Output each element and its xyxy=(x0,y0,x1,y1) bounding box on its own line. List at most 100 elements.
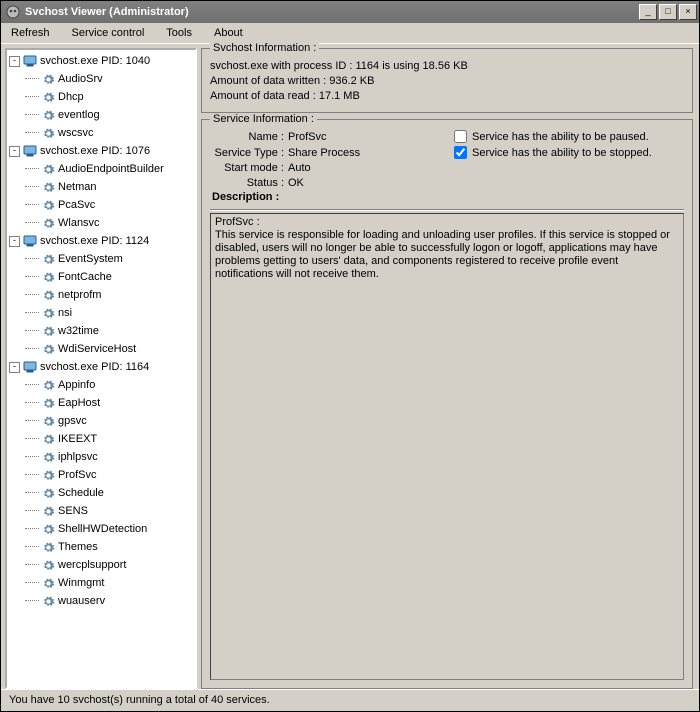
gear-icon xyxy=(41,558,55,572)
tree-connector xyxy=(25,186,39,188)
tree-service[interactable]: EapHost xyxy=(7,394,195,412)
tree-connector xyxy=(25,222,39,224)
gear-icon xyxy=(41,270,55,284)
service-fields: Name : ProfSvc Service has the ability t… xyxy=(210,130,684,189)
tree-group[interactable]: -svchost.exe PID: 1164 xyxy=(7,358,195,376)
gear-icon xyxy=(41,396,55,410)
tree-service[interactable]: Appinfo xyxy=(7,376,195,394)
type-value: Share Process xyxy=(288,147,438,159)
tree-service-label: ShellHWDetection xyxy=(58,523,147,535)
tree-service[interactable]: AudioSrv xyxy=(7,70,195,88)
process-tree[interactable]: - svchost.exe PID: 1040 AudioSrv Dhcp eventl… xyxy=(5,48,197,689)
minimize-button[interactable]: _ xyxy=(639,4,657,20)
tree-connector xyxy=(25,402,39,404)
tree-panel: - svchost.exe PID: 1040 AudioSrv Dhcp eventl… xyxy=(5,48,197,689)
menu-tools[interactable]: Tools xyxy=(162,25,196,41)
maximize-button[interactable]: □ xyxy=(659,4,677,20)
tree-group-label: svchost.exe PID: 1040 xyxy=(40,55,150,67)
gear-icon xyxy=(41,72,55,86)
close-button[interactable]: × xyxy=(679,4,697,20)
tree-service[interactable]: PcaSvc xyxy=(7,196,195,214)
tree-service[interactable]: Schedule xyxy=(7,484,195,502)
description-title: ProfSvc : xyxy=(215,216,679,229)
tree-service-label: PcaSvc xyxy=(58,199,95,211)
details-panel: Svchost Information : svchost.exe with p… xyxy=(201,48,695,689)
tree-service[interactable]: Netman xyxy=(7,178,195,196)
paused-checkbox-row[interactable]: Service has the ability to be paused. xyxy=(454,130,684,143)
tree-connector xyxy=(25,582,39,584)
tree-service[interactable]: gpsvc xyxy=(7,412,195,430)
tree-connector xyxy=(25,276,39,278)
gear-icon xyxy=(41,126,55,140)
tree-service[interactable]: FontCache xyxy=(7,268,195,286)
svchost-info-group: Svchost Information : svchost.exe with p… xyxy=(201,48,693,113)
stopped-checkbox[interactable] xyxy=(454,146,467,159)
tree-connector xyxy=(25,78,39,80)
tree-connector xyxy=(25,330,39,332)
tree-group[interactable]: -svchost.exe PID: 1124 xyxy=(7,232,195,250)
tree-connector xyxy=(25,474,39,476)
start-value: Auto xyxy=(288,162,438,174)
titlebar[interactable]: Svchost Viewer (Administrator) _ □ × xyxy=(1,1,699,23)
tree-service-label: Appinfo xyxy=(58,379,95,391)
monitor-icon xyxy=(23,54,37,68)
tree-service[interactable]: IKEEXT xyxy=(7,430,195,448)
tree-group[interactable]: -svchost.exe PID: 1076 xyxy=(7,142,195,160)
tree-service-label: gpsvc xyxy=(58,415,87,427)
tree-service[interactable]: Themes xyxy=(7,538,195,556)
tree-service[interactable]: Winmgmt xyxy=(7,574,195,592)
tree-service[interactable]: w32time xyxy=(7,322,195,340)
status-label: Status : xyxy=(210,177,288,189)
tree-service[interactable]: EventSystem xyxy=(7,250,195,268)
tree-connector xyxy=(25,294,39,296)
tree-service[interactable]: wercplsupport xyxy=(7,556,195,574)
tree-service-label: FontCache xyxy=(58,271,112,283)
name-label: Name : xyxy=(210,131,288,143)
tree-connector xyxy=(25,600,39,602)
content-area: - svchost.exe PID: 1040 AudioSrv Dhcp eventl… xyxy=(1,44,699,689)
tree-service[interactable]: AudioEndpointBuilder xyxy=(7,160,195,178)
tree-service[interactable]: nsi xyxy=(7,304,195,322)
gear-icon xyxy=(41,252,55,266)
tree-service[interactable]: eventlog xyxy=(7,106,195,124)
menu-about[interactable]: About xyxy=(210,25,247,41)
menu-service-control[interactable]: Service control xyxy=(68,25,149,41)
tree-service-label: w32time xyxy=(58,325,99,337)
tree-service[interactable]: ProfSvc xyxy=(7,466,195,484)
tree-service[interactable]: netprofm xyxy=(7,286,195,304)
tree-group[interactable]: - svchost.exe PID: 1040 xyxy=(7,52,195,70)
collapse-icon[interactable]: - xyxy=(9,56,20,67)
status-value: OK xyxy=(288,177,438,189)
description-box[interactable]: ProfSvc : This service is responsible fo… xyxy=(210,213,684,680)
tree-connector xyxy=(25,510,39,512)
tree-service-label: wuauserv xyxy=(58,595,105,607)
stopped-checkbox-row[interactable]: Service has the ability to be stopped. xyxy=(454,146,684,159)
window-title: Svchost Viewer (Administrator) xyxy=(25,6,639,18)
tree-connector xyxy=(25,420,39,422)
tree-service[interactable]: SENS xyxy=(7,502,195,520)
paused-checkbox[interactable] xyxy=(454,130,467,143)
statusbar: You have 10 svchost(s) running a total o… xyxy=(1,689,699,711)
gear-icon xyxy=(41,288,55,302)
tree-service[interactable]: wuauserv xyxy=(7,592,195,610)
menu-refresh[interactable]: Refresh xyxy=(7,25,54,41)
tree-service[interactable]: WdiServiceHost xyxy=(7,340,195,358)
tree-service[interactable]: wscsvc xyxy=(7,124,195,142)
tree-service-label: Wlansvc xyxy=(58,217,100,229)
gear-icon xyxy=(41,306,55,320)
stopped-label: Service has the ability to be stopped. xyxy=(472,147,652,159)
tree-service-label: EventSystem xyxy=(58,253,123,265)
tree-service[interactable]: ShellHWDetection xyxy=(7,520,195,538)
collapse-icon[interactable]: - xyxy=(9,362,20,373)
tree-service[interactable]: iphlpsvc xyxy=(7,448,195,466)
tree-service-label: IKEEXT xyxy=(58,433,97,445)
gear-icon xyxy=(41,486,55,500)
collapse-icon[interactable]: - xyxy=(9,146,20,157)
tree-service[interactable]: Wlansvc xyxy=(7,214,195,232)
tree-service-label: eventlog xyxy=(58,109,100,121)
gear-icon xyxy=(41,108,55,122)
tree-service[interactable]: Dhcp xyxy=(7,88,195,106)
tree-service-label: AudioSrv xyxy=(58,73,103,85)
collapse-icon[interactable]: - xyxy=(9,236,20,247)
tree-service-label: nsi xyxy=(58,307,72,319)
